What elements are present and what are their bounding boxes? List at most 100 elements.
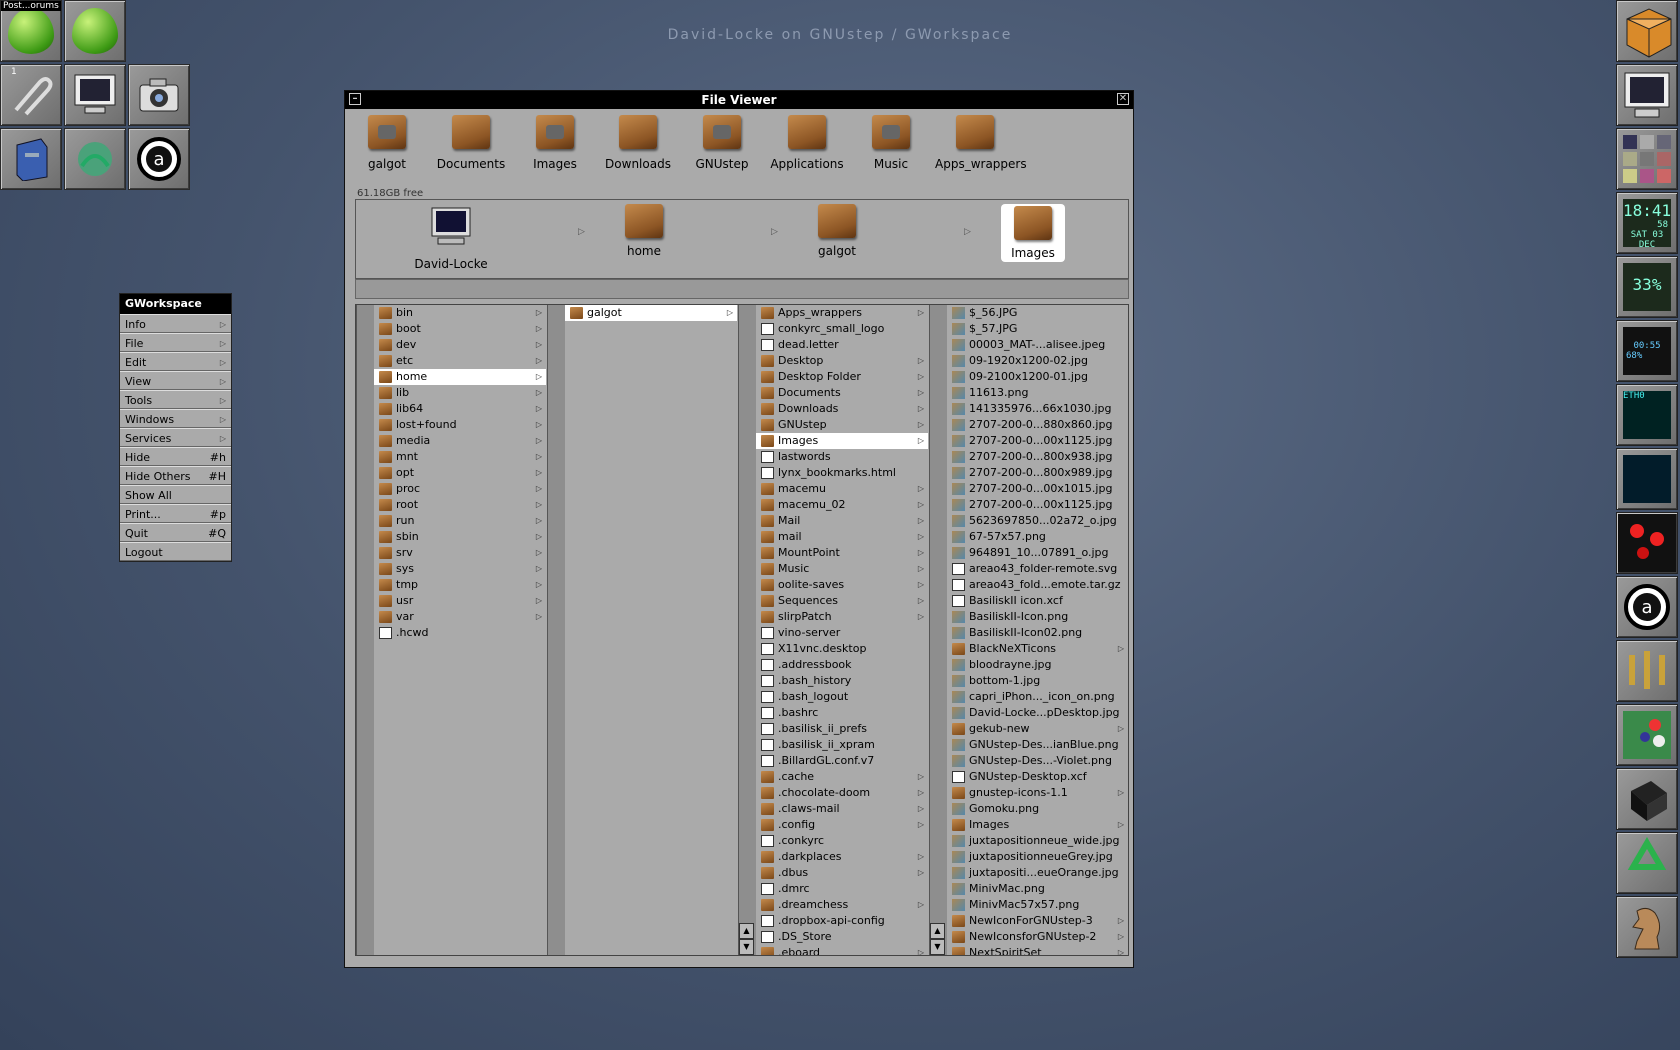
browser-row[interactable]: .addressbook — [756, 657, 928, 673]
browser-row[interactable]: Music ▷ — [756, 561, 928, 577]
browser-row[interactable]: root ▷ — [374, 497, 546, 513]
menu-item-show-all[interactable]: Show All — [120, 485, 231, 504]
dock-tile-terminal[interactable] — [64, 64, 126, 126]
menu-item-info[interactable]: Info ▷ — [120, 314, 231, 333]
browser-row[interactable]: Desktop Folder ▷ — [756, 369, 928, 385]
browser-row[interactable]: Downloads ▷ — [756, 401, 928, 417]
browser-row[interactable]: 09-1920x1200-02.jpg — [947, 353, 1128, 369]
dock-tile-chess[interactable] — [1616, 896, 1678, 958]
menu-item-windows[interactable]: Windows ▷ — [120, 409, 231, 428]
browser-row[interactable]: macemu_02 ▷ — [756, 497, 928, 513]
browser-row[interactable]: conkyrc_small_logo — [756, 321, 928, 337]
browser-row[interactable]: lib ▷ — [374, 385, 546, 401]
browser-row[interactable]: .dreamchess ▷ — [756, 897, 928, 913]
shelf-item-downloads[interactable]: Downloads — [598, 115, 678, 171]
browser-row[interactable]: oolite-saves ▷ — [756, 577, 928, 593]
browser-row[interactable]: mail ▷ — [756, 529, 928, 545]
browser-row[interactable]: usr ▷ — [374, 593, 546, 609]
dock-tile-amarok[interactable]: a — [1616, 576, 1678, 638]
scroll-down-icon[interactable]: ▼ — [930, 939, 945, 955]
browser-row[interactable]: 09-2100x1200-01.jpg — [947, 369, 1128, 385]
browser-row[interactable]: NewIconsforGNUstep-2 ▷ — [947, 929, 1128, 945]
scroll-arrows[interactable]: ▲ ▼ — [739, 923, 754, 955]
browser-row[interactable]: lost+found ▷ — [374, 417, 546, 433]
dock-tile-clock[interactable]: 18:41 58 SAT 03 DEC — [1616, 192, 1678, 254]
browser-row[interactable]: David-Locke...pDesktop.jpg — [947, 705, 1128, 721]
browser-row[interactable]: run ▷ — [374, 513, 546, 529]
browser-row[interactable]: galgot ▷ — [565, 305, 737, 321]
browser-row[interactable]: areao43_fold...emote.tar.gz — [947, 577, 1128, 593]
browser-row[interactable]: X11vnc.desktop — [756, 641, 928, 657]
browser-row[interactable]: .dmrc — [756, 881, 928, 897]
dock-tile-leafpad-1[interactable]: Post...orums — [0, 0, 62, 62]
dock-tile-apps-grid[interactable] — [1616, 128, 1678, 190]
browser-row[interactable]: bloodrayne.jpg — [947, 657, 1128, 673]
scroll-down-icon[interactable]: ▼ — [739, 939, 754, 955]
dock-tile-dragon[interactable] — [64, 128, 126, 190]
browser-row[interactable]: 2707-200-0...00x1125.jpg — [947, 497, 1128, 513]
browser-row[interactable]: 2707-200-0...00x1015.jpg — [947, 481, 1128, 497]
browser-row[interactable]: Apps_wrappers ▷ — [756, 305, 928, 321]
browser-row[interactable]: 00003_MAT-...alisee.jpeg — [947, 337, 1128, 353]
browser-row[interactable]: 11613.png — [947, 385, 1128, 401]
browser-row[interactable]: .claws-mail ▷ — [756, 801, 928, 817]
browser-row[interactable]: NewIconForGNUstep-3 ▷ — [947, 913, 1128, 929]
dock-tile-battery[interactable]: 00:55 68% — [1616, 320, 1678, 382]
menu-item-file[interactable]: File ▷ — [120, 333, 231, 352]
browser-row[interactable]: MinivMac57x57.png — [947, 897, 1128, 913]
shelf-item-galgot[interactable]: galgot — [347, 115, 427, 171]
browser-row[interactable]: Desktop ▷ — [756, 353, 928, 369]
dock-tile-netmon[interactable]: ETH0 — [1616, 384, 1678, 446]
browser-row[interactable]: .conkyrc — [756, 833, 928, 849]
browser-row[interactable]: 67-57x57.png — [947, 529, 1128, 545]
dock-tile-cpu[interactable]: 33% — [1616, 256, 1678, 318]
browser-row[interactable]: srv ▷ — [374, 545, 546, 561]
browser-row[interactable]: GNUstep ▷ — [756, 417, 928, 433]
browser-row[interactable]: .BillardGL.conf.v7 — [756, 753, 928, 769]
browser-row[interactable]: .config ▷ — [756, 817, 928, 833]
browser-row[interactable]: .cache ▷ — [756, 769, 928, 785]
browser-row[interactable]: Mail ▷ — [756, 513, 928, 529]
browser-row[interactable]: BasiliskII icon.xcf — [947, 593, 1128, 609]
browser-row[interactable]: GNUstep-Des...-Violet.png — [947, 753, 1128, 769]
menu-item-print[interactable]: Print... #p — [120, 504, 231, 523]
browser-row[interactable]: bin ▷ — [374, 305, 546, 321]
path-item-images[interactable]: Images — [988, 204, 1078, 262]
browser-row[interactable]: sys ▷ — [374, 561, 546, 577]
shelf-item-documents[interactable]: Documents — [431, 115, 511, 171]
browser-row[interactable]: capri_iPhon..._icon_on.png — [947, 689, 1128, 705]
menu-item-services[interactable]: Services ▷ — [120, 428, 231, 447]
browser-row[interactable]: slirpPatch ▷ — [756, 609, 928, 625]
browser-row[interactable]: mnt ▷ — [374, 449, 546, 465]
browser-row[interactable]: BlackNeXTicons ▷ — [947, 641, 1128, 657]
browser-row[interactable]: tmp ▷ — [374, 577, 546, 593]
browser-row[interactable]: Documents ▷ — [756, 385, 928, 401]
browser-row[interactable]: lib64 ▷ — [374, 401, 546, 417]
close-button[interactable]: ✕ — [1117, 93, 1129, 105]
browser-row[interactable]: BasiliskII-Icon.png — [947, 609, 1128, 625]
column-scroller[interactable] — [356, 305, 375, 955]
browser-row[interactable]: 2707-200-0...880x860.jpg — [947, 417, 1128, 433]
browser-row[interactable]: NextSpiritSet ▷ — [947, 945, 1128, 955]
browser-row[interactable]: proc ▷ — [374, 481, 546, 497]
column-scroller[interactable]: ▲ ▼ — [929, 305, 948, 955]
dock-tile-paperclip[interactable]: 1 — [0, 64, 62, 126]
browser-row[interactable]: var ▷ — [374, 609, 546, 625]
browser-row[interactable]: .dbus ▷ — [756, 865, 928, 881]
browser-row[interactable]: .basilisk_ii_prefs — [756, 721, 928, 737]
browser-row[interactable]: 2707-200-0...800x938.jpg — [947, 449, 1128, 465]
browser-row[interactable]: 5623697850...02a72_o.jpg — [947, 513, 1128, 529]
browser-row[interactable]: MinivMac.png — [947, 881, 1128, 897]
menu-item-quit[interactable]: Quit #Q — [120, 523, 231, 542]
dock-tile-balls[interactable] — [1616, 512, 1678, 574]
browser-row[interactable]: lynx_bookmarks.html — [756, 465, 928, 481]
miniaturize-button[interactable]: – — [349, 93, 361, 105]
dock-tile-amarok[interactable]: a — [128, 128, 190, 190]
dock-tile-netinfo[interactable] — [1616, 448, 1678, 510]
browser-row[interactable]: vino-server — [756, 625, 928, 641]
dock-tile-filemanager[interactable] — [0, 128, 62, 190]
browser-row[interactable]: 964891_10...07891_o.jpg — [947, 545, 1128, 561]
shelf-item-apps_wrappers[interactable]: Apps_wrappers — [935, 115, 1027, 171]
dock-tile-camera[interactable] — [128, 64, 190, 126]
browser-row[interactable]: .bashrc — [756, 705, 928, 721]
